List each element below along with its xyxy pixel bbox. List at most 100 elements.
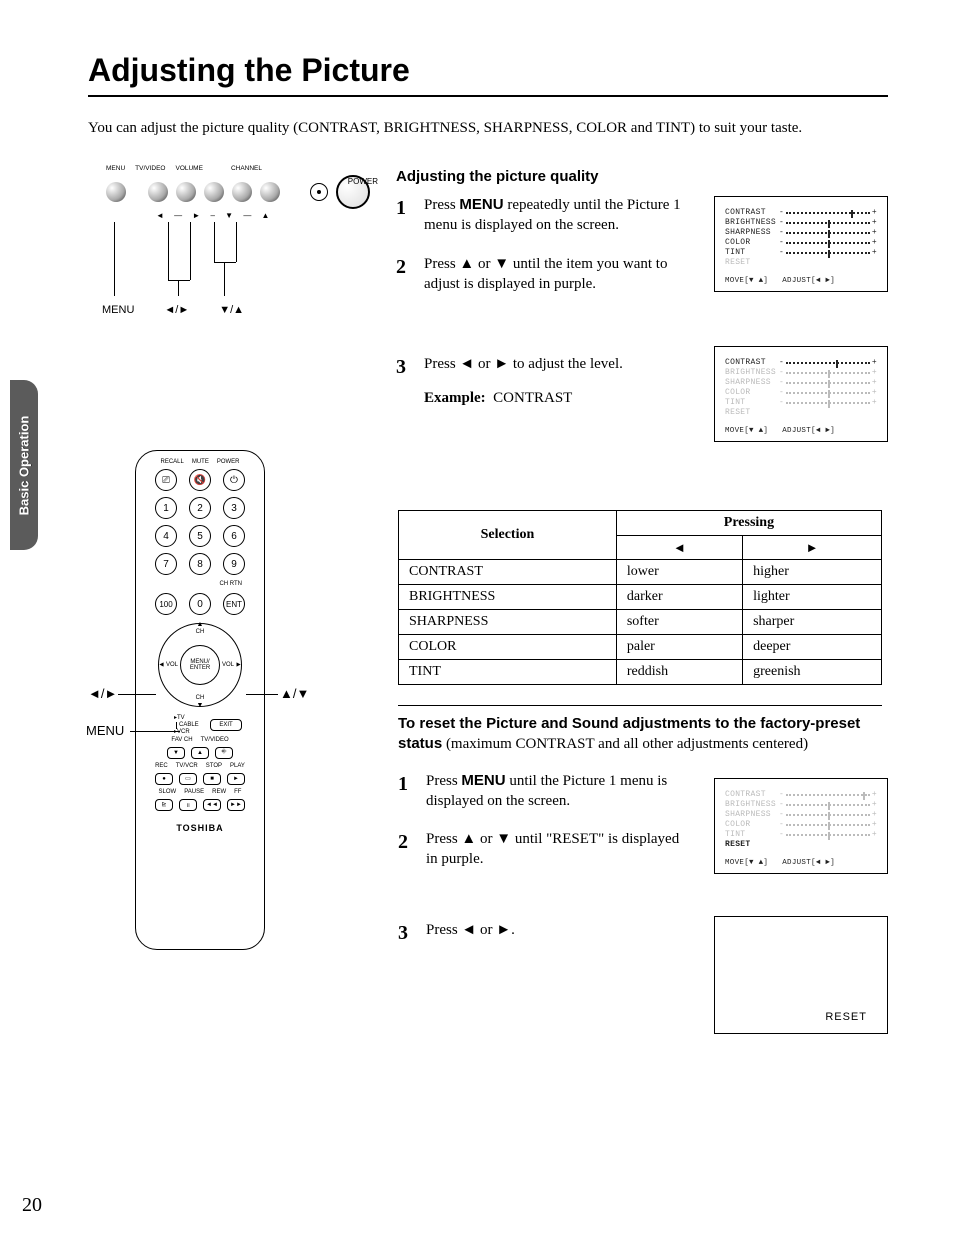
step-number: 1: [398, 771, 416, 812]
table-cell-left: paler: [616, 635, 742, 660]
up-arrow-icon: ▲: [461, 830, 476, 847]
tv-panel-figure: POWER MENU TV/VIDEO VOLUME CHANNEL ◄ — ►…: [88, 165, 378, 316]
remote-label: TV/VCR: [176, 763, 198, 769]
osd-item: TINT: [725, 248, 773, 257]
step-text: or: [476, 831, 496, 847]
table-header-selection: Selection: [399, 511, 617, 560]
separator: [398, 705, 882, 706]
reset-step-3: 3 Press ◄ or ►.: [398, 920, 693, 947]
panel-button-tvvideo[interactable]: [148, 182, 168, 202]
table-row: BRIGHTNESSdarkerlighter: [399, 585, 882, 610]
dpad-left-label: ◄: [158, 662, 165, 669]
table-cell-left: lower: [616, 560, 742, 585]
table-row: TINTreddishgreenish: [399, 660, 882, 685]
osd-foot-adjust: ADJUST[◄ ►]: [782, 427, 835, 435]
remote-label: VOL: [166, 662, 178, 668]
panel-button-ch-down[interactable]: [232, 182, 252, 202]
table-cell-right: deeper: [743, 635, 882, 660]
side-tab: Basic Operation: [10, 380, 38, 550]
power-led-icon: [317, 190, 321, 194]
remote-label: STOP: [206, 763, 222, 769]
osd-item: RESET: [725, 840, 773, 849]
panel-label-tvvideo: TV/VIDEO: [135, 165, 165, 172]
panel-callout-menu: MENU: [102, 304, 134, 316]
panel-button-vol-up[interactable]: [204, 182, 224, 202]
remote-label: REC: [155, 763, 168, 769]
step-text: or: [474, 356, 494, 372]
remote-digit-0[interactable]: 0: [189, 593, 211, 615]
remote-label: SLOW: [159, 789, 177, 795]
remote-ent-button[interactable]: ENT: [223, 593, 245, 615]
step-text: Press: [426, 922, 461, 938]
remote-power-button[interactable]: ⏻: [223, 469, 245, 491]
osd-item: CONTRAST: [725, 358, 773, 367]
remote-tvvideo-button[interactable]: ⎆: [215, 747, 233, 759]
panel-button-vol-down[interactable]: [176, 182, 196, 202]
lead-line: [246, 694, 278, 695]
remote-control-figure: RECALL MUTE POWER ⎚ 🔇 ⏻ 123 456 789 CH R…: [135, 450, 265, 950]
remote-rew-button[interactable]: ◄◄: [203, 799, 221, 811]
remote-label: MUTE: [192, 459, 209, 465]
osd-foot-adjust: ADJUST[◄ ►]: [782, 277, 835, 285]
dpad-down-label: ▼: [197, 702, 204, 709]
panel-label-channel: CHANNEL: [231, 165, 262, 172]
step-number: 2: [396, 254, 414, 295]
remote-digit-7[interactable]: 7: [155, 553, 177, 575]
remote-favch-down[interactable]: ▼: [167, 747, 185, 759]
remote-digit-9[interactable]: 9: [223, 553, 245, 575]
remote-rec-button[interactable]: ●: [155, 773, 173, 785]
remote-recall-button[interactable]: ⎚: [155, 469, 177, 491]
osd-item: TINT: [725, 830, 773, 839]
table-cell-selection: CONTRAST: [399, 560, 617, 585]
osd-reset-label: RESET: [825, 1011, 867, 1023]
remote-callout-ud: ▲/▼: [280, 686, 309, 701]
table-header-pressing: Pressing: [616, 511, 881, 536]
step-text: Press: [424, 197, 459, 213]
section-adjust-quality: Adjusting the picture quality 1 Press ME…: [396, 168, 691, 427]
panel-callout-lr: ◄/►: [164, 304, 189, 316]
remote-digit-3[interactable]: 3: [223, 497, 245, 519]
remote-tvvcr-button[interactable]: ▭: [179, 773, 197, 785]
remote-pause-button[interactable]: ॥: [179, 799, 197, 811]
remote-ff-button[interactable]: ►►: [227, 799, 245, 811]
remote-digit-8[interactable]: 8: [189, 553, 211, 575]
remote-exit-button[interactable]: EXIT: [210, 719, 242, 731]
table-cell-left: softer: [616, 610, 742, 635]
remote-digit-5[interactable]: 5: [189, 525, 211, 547]
remote-mute-button[interactable]: 🔇: [189, 469, 211, 491]
remote-label: POWER: [217, 459, 240, 465]
up-arrow-icon: ▲: [459, 255, 474, 272]
remote-favch-up[interactable]: ▲: [191, 747, 209, 759]
adjustment-table: Selection Pressing ◄ ► CONTRASTlowerhigh…: [398, 510, 882, 685]
remote-digit-2[interactable]: 2: [189, 497, 211, 519]
step-text: or: [476, 922, 496, 938]
remote-menu-enter-button[interactable]: MENU/ ENTER: [180, 645, 220, 685]
table-header-left-arrow-icon: ◄: [616, 536, 742, 560]
table-cell-selection: TINT: [399, 660, 617, 685]
dpad-up-label: ▲: [197, 621, 204, 628]
remote-play-button[interactable]: ►: [227, 773, 245, 785]
remote-digit-100[interactable]: 100: [155, 593, 177, 615]
osd-item: CONTRAST: [725, 790, 773, 799]
remote-digit-1[interactable]: 1: [155, 497, 177, 519]
section-heading: Adjusting the picture quality: [396, 168, 691, 185]
remote-dpad[interactable]: MENU/ ENTER ▲ CH ▼ CH ◄ VOL ► VOL: [158, 623, 242, 707]
osd-screen-2: CONTRAST BRIGHTNESS SHARPNESS COLOR TINT…: [714, 346, 888, 442]
remote-label: FF: [234, 789, 241, 795]
remote-slow-button[interactable]: ⊵: [155, 799, 173, 811]
left-arrow-icon: ◄: [461, 921, 476, 938]
panel-button-menu[interactable]: [106, 182, 126, 202]
remote-label: TV: [177, 715, 185, 721]
reset-sub: (maximum CONTRAST and all other adjustme…: [446, 736, 808, 752]
remote-digit-4[interactable]: 4: [155, 525, 177, 547]
panel-button-ch-up[interactable]: [260, 182, 280, 202]
example-label: Example:: [424, 390, 486, 406]
step-2: 2 Press ▲ or ▼ until the item you want t…: [396, 254, 691, 295]
remote-stop-button[interactable]: ■: [203, 773, 221, 785]
remote-digit-6[interactable]: 6: [223, 525, 245, 547]
remote-label: CABLE: [179, 722, 199, 728]
page-title: Adjusting the Picture: [88, 52, 888, 97]
remote-label: VOL: [222, 662, 234, 668]
right-arrow-icon: ►: [496, 921, 511, 938]
table-row: CONTRASTlowerhigher: [399, 560, 882, 585]
